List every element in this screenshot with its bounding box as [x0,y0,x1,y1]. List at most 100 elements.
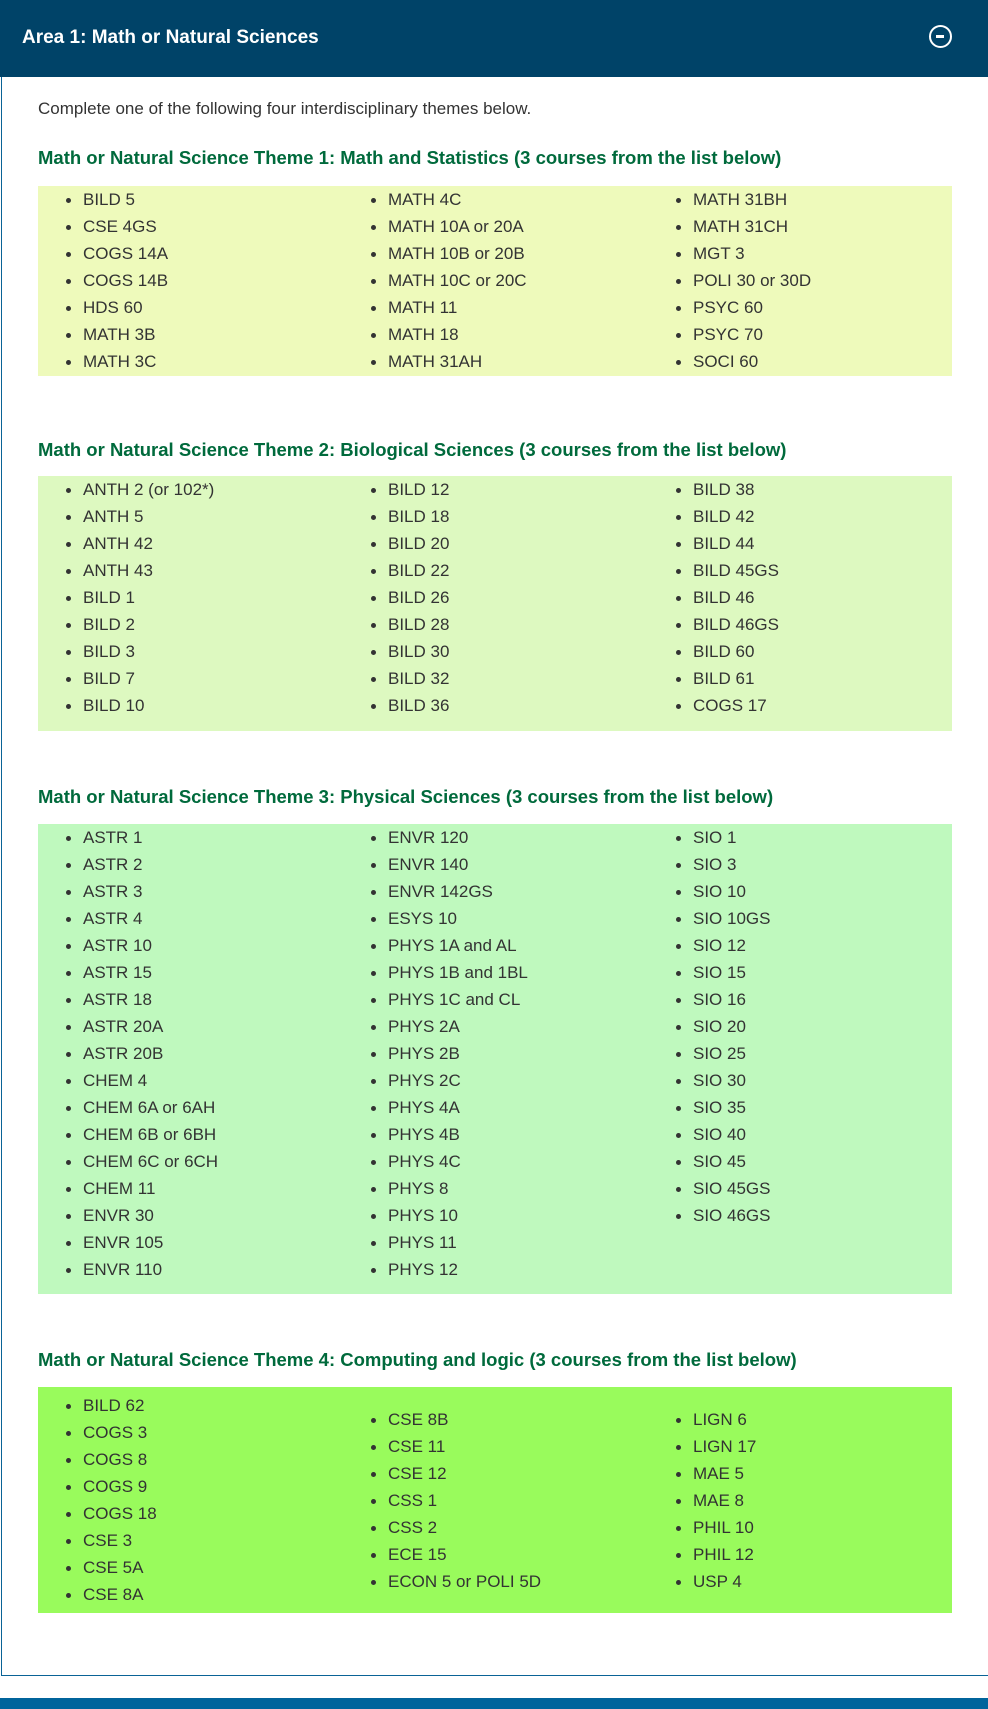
course-list: ENVR 120 ENVR 140 ENVR 142GS ESYS 10 PHYS 1A… [343,824,648,1283]
course-item: BILD 7 [38,665,343,692]
course-item: BILD 38 [648,476,953,503]
course-item: MATH 3B [38,321,343,348]
course-item: MATH 10C or 20C [343,267,648,294]
course-item: BILD 26 [343,584,648,611]
course-item: ENVR 105 [38,1229,343,1256]
course-item: ASTR 20A [38,1013,343,1040]
course-item: USP 4 [648,1568,953,1595]
course-item: ASTR 18 [38,986,343,1013]
theme-1-heading: Math or Natural Science Theme 1: Math an… [38,147,782,168]
course-item: CSE 12 [343,1460,648,1487]
course-item: BILD 46GS [648,611,953,638]
course-item: MATH 10A or 20A [343,213,648,240]
course-item: SIO 45 [648,1148,953,1175]
course-item: BILD 10 [38,692,343,719]
theme-4-course-box: BILD 62 COGS 3 COGS 8 COGS 9 COGS 18 CSE 3 CSE… [38,1387,952,1613]
course-list: MATH 4C MATH 10A or 20A MATH 10B or 20B MAT… [343,186,648,375]
course-item: ENVR 30 [38,1202,343,1229]
course-item: PHYS 2C [343,1067,648,1094]
course-item: BILD 44 [648,530,953,557]
course-item: CHEM 6A or 6AH [38,1094,343,1121]
course-item: CHEM 11 [38,1175,343,1202]
course-item: SIO 15 [648,959,953,986]
course-item: PHYS 2B [343,1040,648,1067]
next-accordion-header-edge[interactable] [0,1698,988,1709]
course-column: ANTH 2 (or 102*) ANTH 5 ANTH 42 ANTH 43 BILD… [38,476,343,731]
course-item: BILD 45GS [648,557,953,584]
course-item: SIO 1 [648,824,953,851]
theme-2-course-box: ANTH 2 (or 102*) ANTH 5 ANTH 42 ANTH 43 BILD… [38,476,952,731]
course-item: MAE 5 [648,1460,953,1487]
course-item: ASTR 20B [38,1040,343,1067]
course-item: ENVR 120 [343,824,648,851]
course-item: BILD 30 [343,638,648,665]
course-item: SOCI 60 [648,348,953,375]
course-list: LIGN 6 LIGN 17 MAE 5 MAE 8 PHIL 10 PHIL 12 USP… [648,1406,953,1595]
course-item: CSE 11 [343,1433,648,1460]
course-column: ENVR 120 ENVR 140 ENVR 142GS ESYS 10 PHYS 1A… [343,824,648,1294]
course-item: MATH 18 [343,321,648,348]
course-list: ASTR 1 ASTR 2 ASTR 3 ASTR 4 ASTR 10 ASTR 15 AS… [38,824,343,1283]
course-item: ASTR 3 [38,878,343,905]
course-item: PSYC 70 [648,321,953,348]
course-item: SIO 10GS [648,905,953,932]
theme-1-course-box: BILD 5 CSE 4GS COGS 14A COGS 14B HDS 60 MATH … [38,186,952,376]
minus-circle-icon[interactable] [929,25,952,48]
course-item: CSE 8A [38,1581,343,1608]
course-item: PHYS 1A and AL [343,932,648,959]
course-item: MATH 3C [38,348,343,375]
course-item: COGS 17 [648,692,953,719]
course-item: PHYS 4B [343,1121,648,1148]
course-item: CSS 2 [343,1514,648,1541]
accordion-title: Area 1: Math or Natural Sciences [22,27,319,48]
course-item: ASTR 1 [38,824,343,851]
course-column: BILD 5 CSE 4GS COGS 14A COGS 14B HDS 60 MATH … [38,186,343,376]
course-item: PHYS 4A [343,1094,648,1121]
course-item: SIO 10 [648,878,953,905]
course-list: ANTH 2 (or 102*) ANTH 5 ANTH 42 ANTH 43 BILD… [38,476,343,719]
course-item: MATH 11 [343,294,648,321]
course-column: BILD 38 BILD 42 BILD 44 BILD 45GS BILD 46 BIL… [648,476,953,731]
course-column: LIGN 6 LIGN 17 MAE 5 MAE 8 PHIL 10 PHIL 12 USP… [648,1387,953,1613]
course-item: SIO 16 [648,986,953,1013]
course-item: CHEM 6B or 6BH [38,1121,343,1148]
course-item: BILD 1 [38,584,343,611]
course-item: ANTH 2 (or 102*) [38,476,343,503]
course-item: ESYS 10 [343,905,648,932]
course-column: BILD 12 BILD 18 BILD 20 BILD 22 BILD 26 BILD … [343,476,648,731]
course-item: BILD 20 [343,530,648,557]
course-item: COGS 18 [38,1500,343,1527]
course-item: SIO 40 [648,1121,953,1148]
course-column: SIO 1 SIO 3 SIO 10 SIO 10GS SIO 12 SIO 15 SIO … [648,824,953,1294]
course-item: ANTH 43 [38,557,343,584]
course-item: SIO 46GS [648,1202,953,1229]
course-list: MATH 31BH MATH 31CH MGT 3 POLI 30 or 30D PSY… [648,186,953,375]
course-item: BILD 2 [38,611,343,638]
course-list: BILD 5 CSE 4GS COGS 14A COGS 14B HDS 60 MATH … [38,186,343,375]
course-list: BILD 12 BILD 18 BILD 20 BILD 22 BILD 26 BILD … [343,476,648,719]
course-item: BILD 3 [38,638,343,665]
accordion-header[interactable]: Area 1: Math or Natural Sciences [0,0,988,77]
course-item: SIO 35 [648,1094,953,1121]
course-item: ASTR 4 [38,905,343,932]
course-item: BILD 18 [343,503,648,530]
course-item: PHYS 12 [343,1256,648,1283]
course-item: PHIL 12 [648,1541,953,1568]
course-list: BILD 38 BILD 42 BILD 44 BILD 45GS BILD 46 BIL… [648,476,953,719]
course-list: SIO 1 SIO 3 SIO 10 SIO 10GS SIO 12 SIO 15 SIO … [648,824,953,1229]
course-item: BILD 28 [343,611,648,638]
theme-2-heading: Math or Natural Science Theme 2: Biologi… [38,439,787,460]
course-item: CSE 5A [38,1554,343,1581]
course-item: ENVR 110 [38,1256,343,1283]
course-item: BILD 36 [343,692,648,719]
course-item: BILD 61 [648,665,953,692]
course-item: SIO 45GS [648,1175,953,1202]
course-item: ECON 5 or POLI 5D [343,1568,648,1595]
course-item: CHEM 4 [38,1067,343,1094]
course-item: ANTH 42 [38,530,343,557]
course-column: MATH 31BH MATH 31CH MGT 3 POLI 30 or 30D PSY… [648,186,953,376]
course-item: SIO 25 [648,1040,953,1067]
course-item: PHYS 2A [343,1013,648,1040]
course-item: MATH 10B or 20B [343,240,648,267]
course-item: COGS 9 [38,1473,343,1500]
